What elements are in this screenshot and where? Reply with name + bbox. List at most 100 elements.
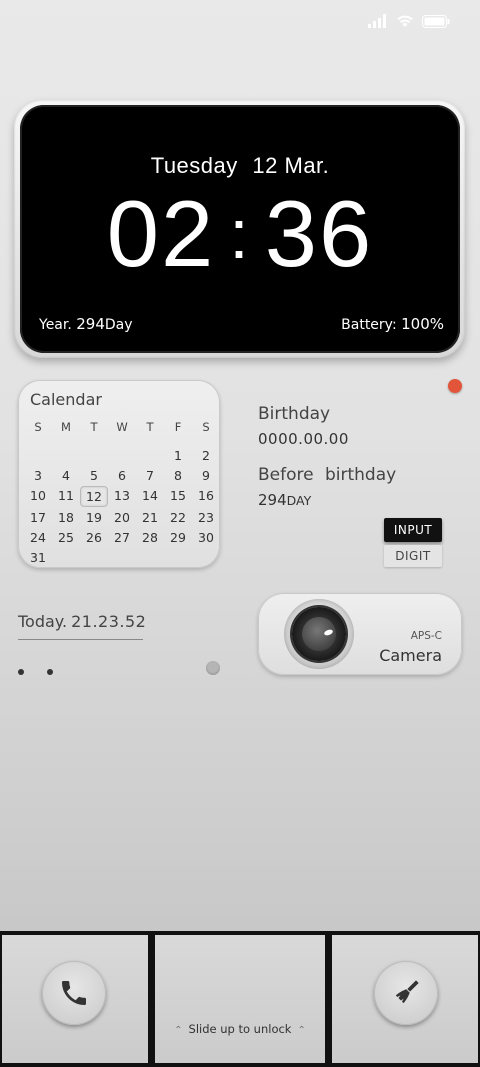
calendar-day[interactable]: 1 <box>164 446 192 465</box>
unlock-hint: ⌃ Slide up to unlock ⌃ <box>155 1022 325 1036</box>
calendar-day[interactable]: 23 <box>192 508 220 527</box>
divider <box>18 639 143 640</box>
lens-core <box>302 617 336 651</box>
calendar-day <box>136 446 164 465</box>
battery-icon <box>422 14 450 28</box>
before-birthday-value: 294DAY <box>258 491 311 509</box>
broom-icon <box>395 980 419 1004</box>
calendar-day[interactable]: 14 <box>136 486 164 505</box>
date-line: Tuesday 12 Mar. <box>20 153 460 179</box>
phone-icon <box>62 981 86 1005</box>
page-dot <box>47 669 53 675</box>
calendar-day[interactable]: 15 <box>164 486 192 505</box>
battery-label: Battery: <box>341 317 397 333</box>
minute: 36 <box>264 181 374 286</box>
grey-dot[interactable] <box>206 661 220 675</box>
year-progress: Year. 294Day <box>39 315 133 333</box>
cleaner-button[interactable] <box>374 961 438 1025</box>
clock-widget[interactable]: Tuesday 12 Mar. 02:36 Year. 294Day Batte… <box>20 105 460 353</box>
phone-panel <box>2 935 148 1063</box>
today-label: Today. <box>18 612 68 631</box>
calendar-day[interactable]: 24 <box>24 528 52 547</box>
calendar-day[interactable]: 9 <box>192 466 220 485</box>
calendar-widget[interactable]: Calendar S M T W T F S 1 2 3 4 5 6 7 8 9 10 11 12 13 14 15 16 1… <box>18 380 220 568</box>
calendar-day[interactable]: 29 <box>164 528 192 547</box>
cleaner-panel <box>332 935 478 1063</box>
page-dot <box>18 669 24 675</box>
notification-dot[interactable] <box>448 379 462 393</box>
time-separator: : <box>229 195 251 273</box>
calendar-day <box>52 446 80 465</box>
hour: 02 <box>106 181 216 286</box>
calendar-day[interactable]: 21 <box>136 508 164 527</box>
calendar-day[interactable]: 30 <box>192 528 220 547</box>
phone-button[interactable] <box>42 961 106 1025</box>
today-readout: Today. 21.23.52 <box>18 612 146 631</box>
birthday-value: 0000.00.00 <box>258 430 349 448</box>
calendar-day[interactable]: 7 <box>136 466 164 485</box>
lens-icon <box>284 599 354 669</box>
calendar-day[interactable]: 25 <box>52 528 80 547</box>
lens-ring <box>292 607 346 661</box>
before-birthday-number: 294 <box>258 491 287 509</box>
calendar-day[interactable]: 31 <box>24 548 52 567</box>
digit-button[interactable]: DIGIT <box>384 545 442 567</box>
wifi-icon <box>397 15 413 27</box>
lens-glint <box>323 628 334 637</box>
status-bar <box>368 14 450 28</box>
calendar-day[interactable]: 28 <box>136 528 164 547</box>
year-unit: Day <box>104 317 133 333</box>
chevron-up-icon: ⌃ <box>174 1025 183 1036</box>
weekday-header: F <box>174 420 182 434</box>
calendar-day <box>108 446 136 465</box>
calendar-day-today[interactable]: 12 <box>80 486 108 507</box>
camera-widget[interactable]: APS-C Camera <box>258 593 462 675</box>
weekday-header: M <box>61 420 71 434</box>
weekday: Tuesday <box>150 153 238 178</box>
calendar-day[interactable]: 11 <box>52 486 80 505</box>
calendar-day[interactable]: 22 <box>164 508 192 527</box>
unlock-panel[interactable]: ⌃ Slide up to unlock ⌃ <box>155 935 325 1063</box>
unlock-text: Slide up to unlock <box>188 1022 292 1036</box>
weekday-header: T <box>146 420 154 434</box>
calendar-title: Calendar <box>30 390 102 409</box>
before-birthday-label: Before birthday <box>258 465 397 485</box>
birthday-label: Birthday <box>258 404 331 424</box>
year-value: 294 <box>76 315 105 333</box>
weekday-header: S <box>202 420 210 434</box>
weekday-header: S <box>34 420 42 434</box>
calendar-day <box>24 446 52 465</box>
date: 12 Mar. <box>252 153 330 178</box>
battery-value: 100% <box>401 315 444 333</box>
calendar-day[interactable]: 8 <box>164 466 192 485</box>
chevron-up-icon: ⌃ <box>297 1025 306 1036</box>
camera-label: Camera <box>379 646 442 665</box>
calendar-grid: S M T W T F S 1 2 3 4 5 6 7 8 9 10 11 12 13 14 15 16 17 18 19 20 21… <box>24 418 216 567</box>
calendar-day[interactable]: 18 <box>52 508 80 527</box>
calendar-day[interactable]: 17 <box>24 508 52 527</box>
weekday-header: T <box>90 420 98 434</box>
calendar-day[interactable]: 27 <box>108 528 136 547</box>
weekday-header: W <box>116 420 128 434</box>
calendar-day[interactable]: 20 <box>108 508 136 527</box>
bottom-dock: ⌃ Slide up to unlock ⌃ <box>0 931 480 1067</box>
before-birthday-unit: DAY <box>286 493 312 508</box>
calendar-day[interactable]: 19 <box>80 508 108 527</box>
calendar-day[interactable]: 26 <box>80 528 108 547</box>
calendar-day[interactable]: 13 <box>108 486 136 505</box>
calendar-day[interactable]: 16 <box>192 486 220 505</box>
year-label: Year. <box>39 317 72 333</box>
time-display: 02:36 <box>20 180 460 288</box>
calendar-day <box>80 446 108 465</box>
calendar-day[interactable]: 2 <box>192 446 220 465</box>
calendar-day[interactable]: 3 <box>24 466 52 485</box>
calendar-day[interactable]: 5 <box>80 466 108 485</box>
signal-icon <box>368 14 386 28</box>
today-value: 21.23.52 <box>71 612 147 631</box>
calendar-day[interactable]: 4 <box>52 466 80 485</box>
sensor-label: APS-C <box>410 630 442 642</box>
battery-readout: Battery: 100% <box>341 315 444 333</box>
calendar-day[interactable]: 6 <box>108 466 136 485</box>
input-button[interactable]: INPUT <box>384 518 442 542</box>
calendar-day[interactable]: 10 <box>24 486 52 505</box>
